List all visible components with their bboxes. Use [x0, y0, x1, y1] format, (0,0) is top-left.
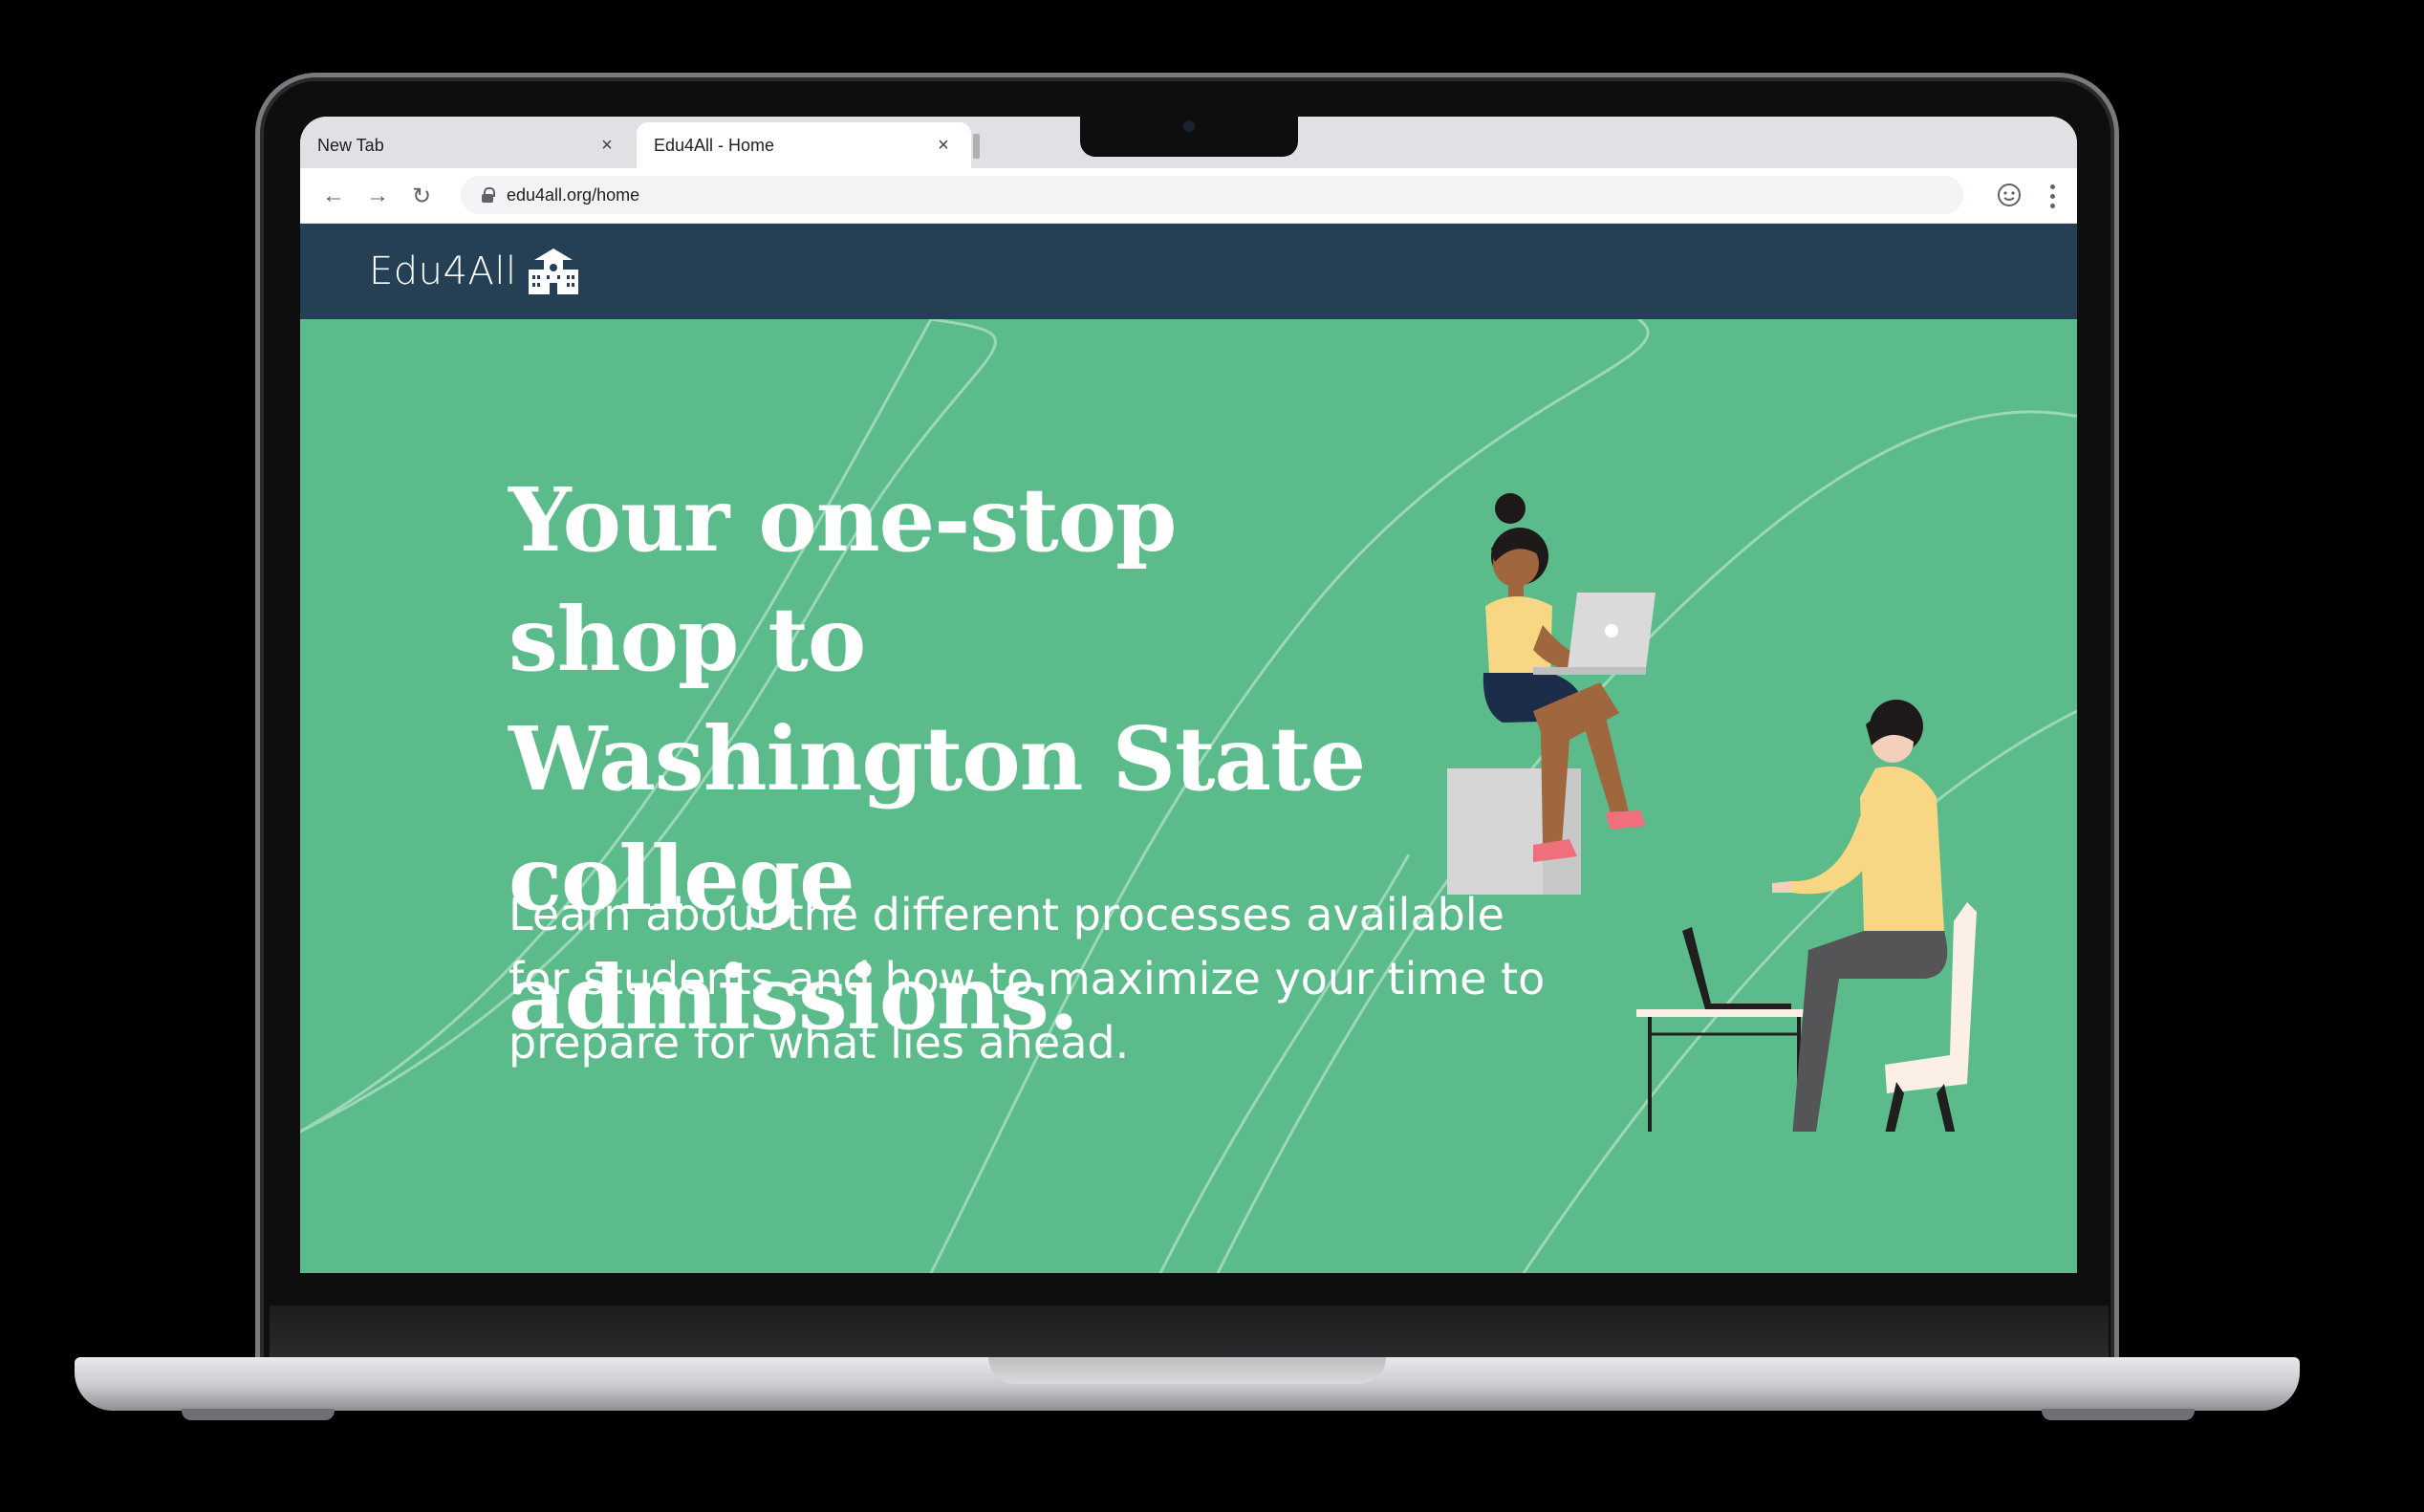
close-icon[interactable]: × — [933, 135, 954, 157]
forward-arrow-icon[interactable]: → — [361, 180, 394, 212]
back-arrow-icon[interactable]: ← — [317, 180, 350, 212]
tab-title: New Tab — [317, 135, 384, 155]
laptop-foot-left — [182, 1409, 335, 1420]
browser-toolbar: ← → ↻ edu4all.org/home — [300, 168, 2077, 224]
profile-icon[interactable] — [1996, 182, 2023, 208]
site-logo[interactable]: Edu4All — [369, 249, 517, 293]
laptop-opening-notch — [988, 1357, 1386, 1384]
more-menu-icon[interactable] — [2042, 180, 2063, 212]
address-bar[interactable]: edu4all.org/home — [461, 176, 1963, 214]
site-header: Edu4All — [300, 224, 2077, 319]
students-studying-illustration — [1447, 493, 1977, 1132]
close-icon[interactable]: × — [596, 135, 617, 157]
reload-icon[interactable]: ↻ — [405, 180, 438, 212]
laptop-bottom-bezel — [270, 1306, 2109, 1359]
tab-title: Edu4All - Home — [654, 135, 775, 155]
camera-notch — [1080, 117, 1298, 157]
school-building-icon — [528, 248, 578, 294]
new-tab-handle[interactable] — [973, 134, 980, 159]
tab-new-tab[interactable]: New Tab × — [300, 122, 635, 168]
laptop-foot-right — [2042, 1409, 2195, 1420]
hero-section: Your one-stop shop to Washington State c… — [300, 319, 2077, 1273]
lock-icon[interactable] — [482, 187, 495, 203]
laptop-screen: New Tab × Edu4All - Home × ← → ↻ edu4all… — [300, 117, 2077, 1273]
tab-edu4all-home[interactable]: Edu4All - Home × — [637, 122, 971, 168]
camera-icon — [1183, 120, 1195, 132]
url-text[interactable]: edu4all.org/home — [507, 185, 639, 205]
